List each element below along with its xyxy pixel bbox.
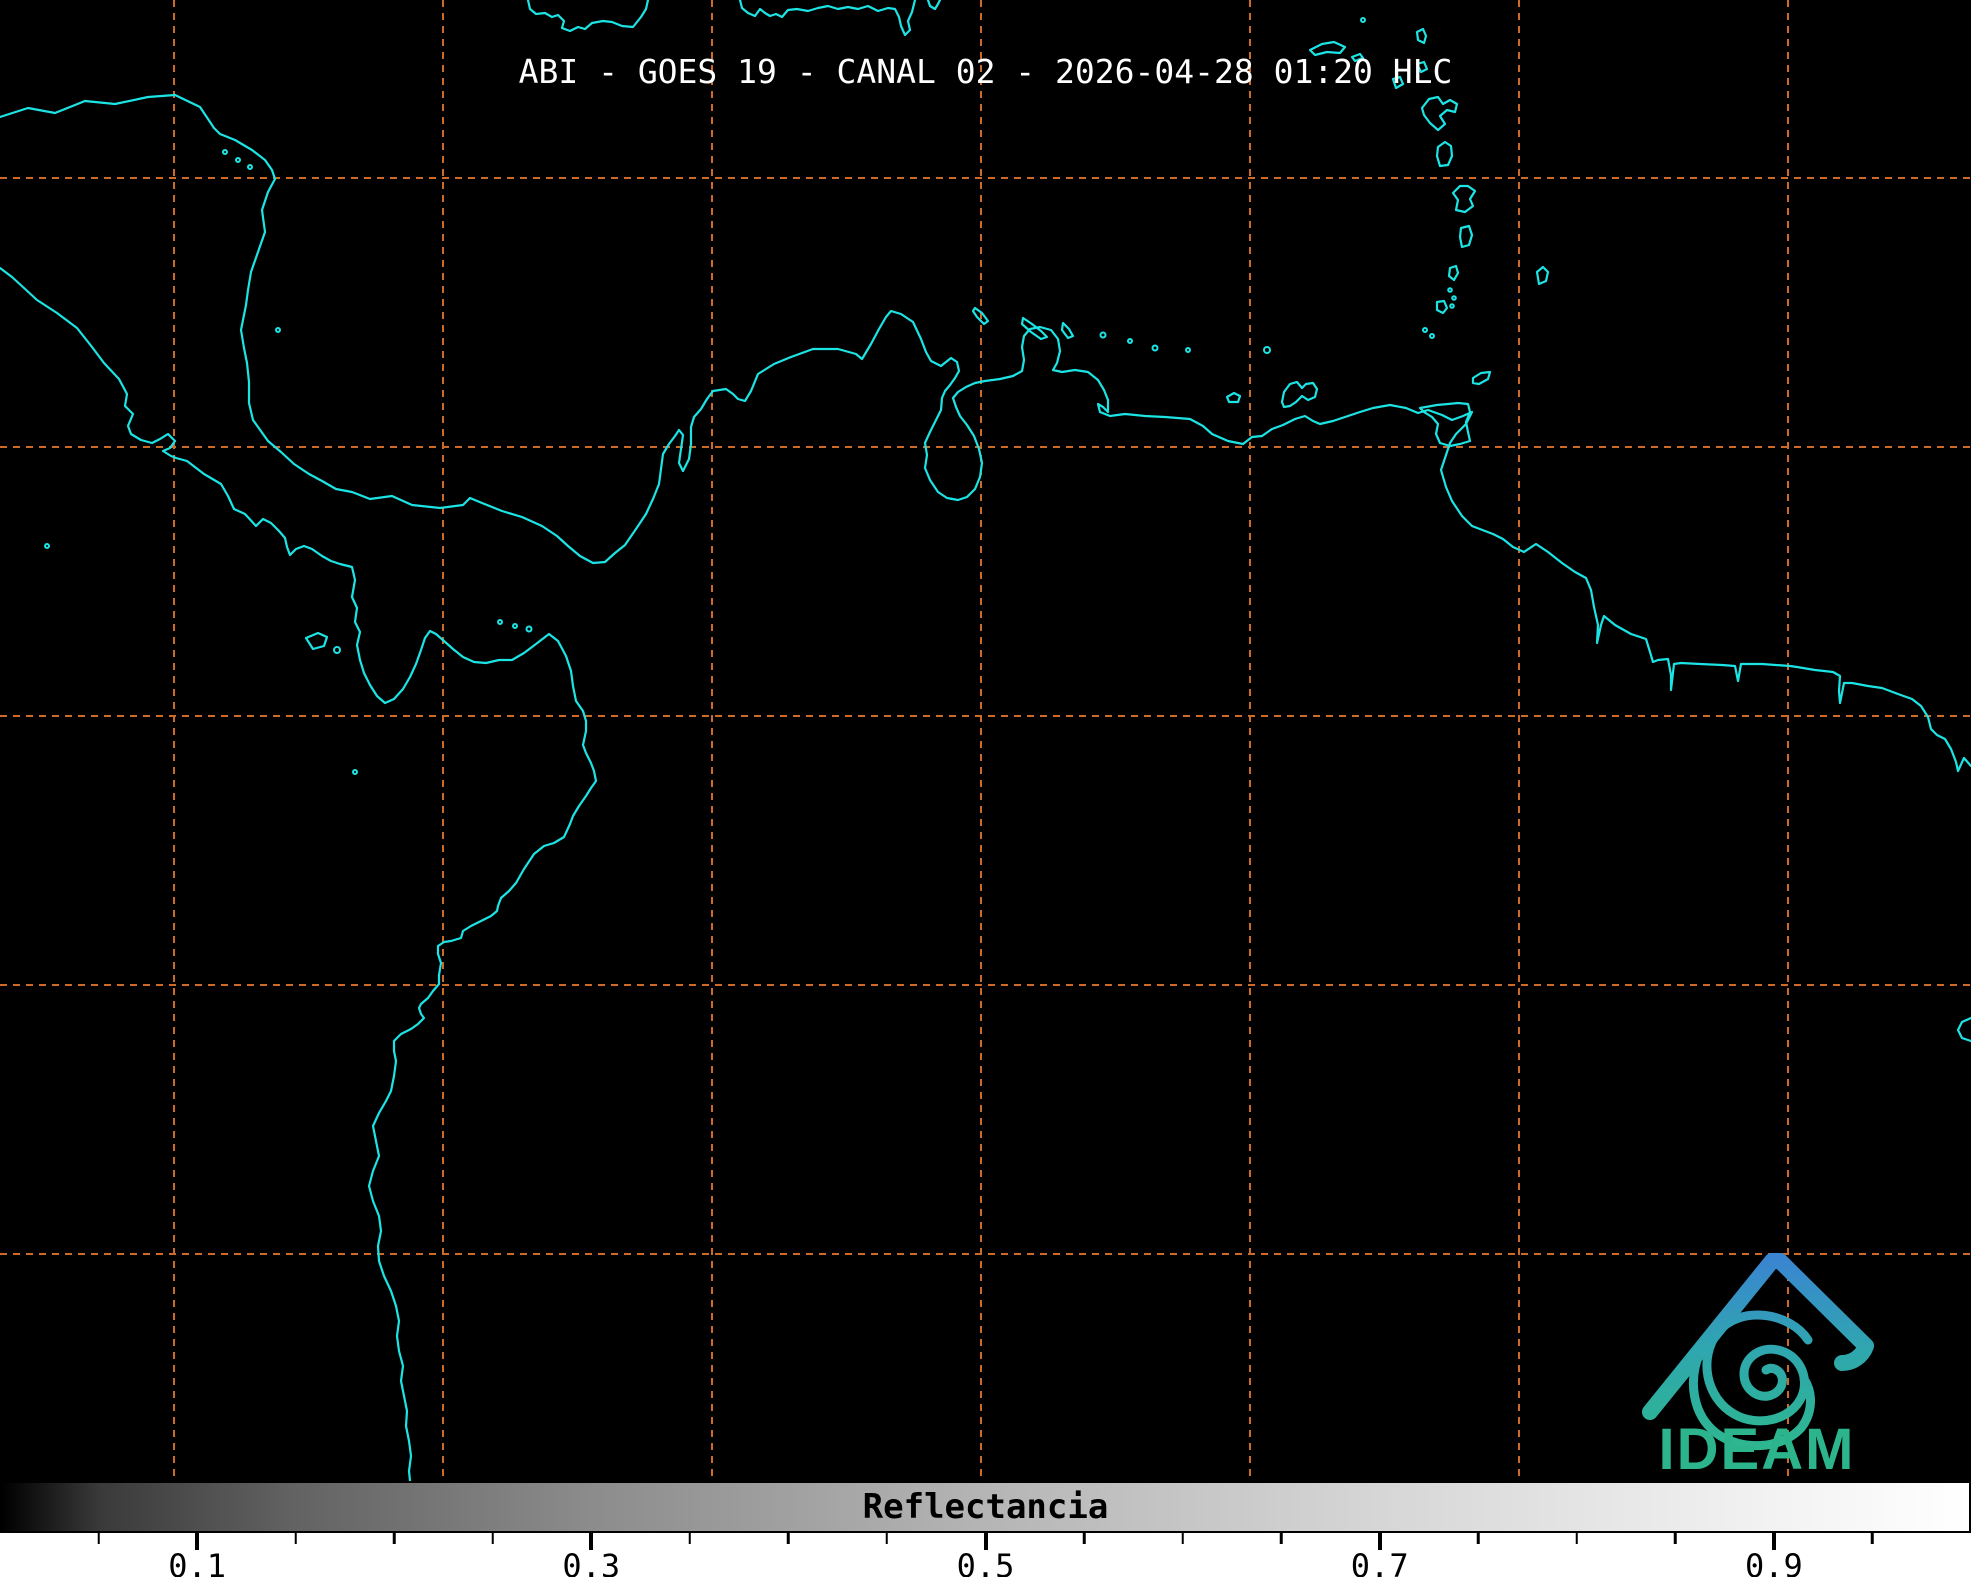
coastline [528, 0, 648, 31]
island-dot [498, 620, 502, 624]
coastline [306, 633, 327, 649]
island-dot [527, 627, 532, 632]
colorbar-tick-label: 0.9 [1745, 1547, 1803, 1577]
colorbar-tick-minor [886, 1533, 889, 1544]
coastline [1473, 372, 1490, 384]
island-dot [1423, 328, 1427, 332]
coastline [1460, 226, 1472, 247]
island-dot [1128, 339, 1132, 343]
island-dot [1101, 333, 1106, 338]
satellite-map: ABI - GOES 19 - CANAL 02 - 2026-04-28 01… [0, 0, 1971, 1481]
coastline [740, 0, 915, 35]
island-dot [1361, 18, 1365, 22]
map-title: ABI - GOES 19 - CANAL 02 - 2026-04-28 01… [0, 52, 1971, 91]
island-dot [1452, 296, 1456, 300]
logo-mountain-icon [1650, 1261, 1866, 1412]
coastline [1537, 267, 1548, 284]
island-dot [1430, 334, 1434, 338]
colorbar-tick-minor [1477, 1533, 1480, 1544]
coastline [1417, 29, 1426, 43]
coastline [1449, 266, 1458, 280]
coastline [0, 95, 1971, 771]
ideam-logo: IDEAM [1618, 1238, 1898, 1483]
colorbar-tick-label: 0.7 [1351, 1547, 1409, 1577]
colorbar-tick-label: 0.5 [957, 1547, 1015, 1577]
coastline [1437, 301, 1447, 313]
colorbar-tick-minor [1083, 1533, 1086, 1544]
coastline [1437, 142, 1452, 166]
coastline [1422, 97, 1457, 130]
logo-text: IDEAM [1659, 1417, 1856, 1482]
island-dot [1264, 347, 1270, 353]
island-dot [236, 158, 240, 162]
coastline [1453, 186, 1475, 212]
island-dot [1450, 304, 1454, 308]
island-dot [1186, 348, 1190, 352]
island-dot [1153, 346, 1158, 351]
island-dot [353, 770, 357, 774]
colorbar-tick-minor [97, 1533, 100, 1544]
colorbar-tick-minor [787, 1533, 790, 1544]
island-dot [248, 165, 252, 169]
coastline [1282, 382, 1317, 407]
colorbar-tick-minor [294, 1533, 297, 1544]
island-dot [334, 647, 340, 653]
coastline [1958, 1018, 1971, 1041]
island-dot [513, 624, 517, 628]
colorbar-tick-minor [492, 1533, 495, 1544]
island-dot [276, 328, 280, 332]
colorbar-axis: 0.1 0.3 0.5 0.7 0.9 [0, 1533, 1971, 1577]
island-dot [1448, 288, 1452, 292]
colorbar-tick-minor [689, 1533, 692, 1544]
colorbar-tick-label: 0.3 [562, 1547, 620, 1577]
coastline [1227, 393, 1240, 402]
colorbar-tick-minor [1280, 1533, 1283, 1544]
colorbar-label: Reflectancia [0, 1481, 1971, 1533]
satellite-viewer: ABI - GOES 19 - CANAL 02 - 2026-04-28 01… [0, 0, 1971, 1577]
island-dot [45, 544, 49, 548]
colorbar-tick-minor [1674, 1533, 1677, 1544]
island-dot [223, 150, 227, 154]
colorbar-tick-minor [393, 1533, 396, 1544]
coastline [0, 268, 596, 1481]
colorbar-tick-minor [1576, 1533, 1579, 1544]
coastline [1062, 323, 1073, 338]
colorbar-tick-minor [1181, 1533, 1184, 1544]
colorbar-tick-label: 0.1 [168, 1547, 226, 1577]
colorbar-tick-minor [1871, 1533, 1874, 1544]
coastline [928, 0, 940, 9]
